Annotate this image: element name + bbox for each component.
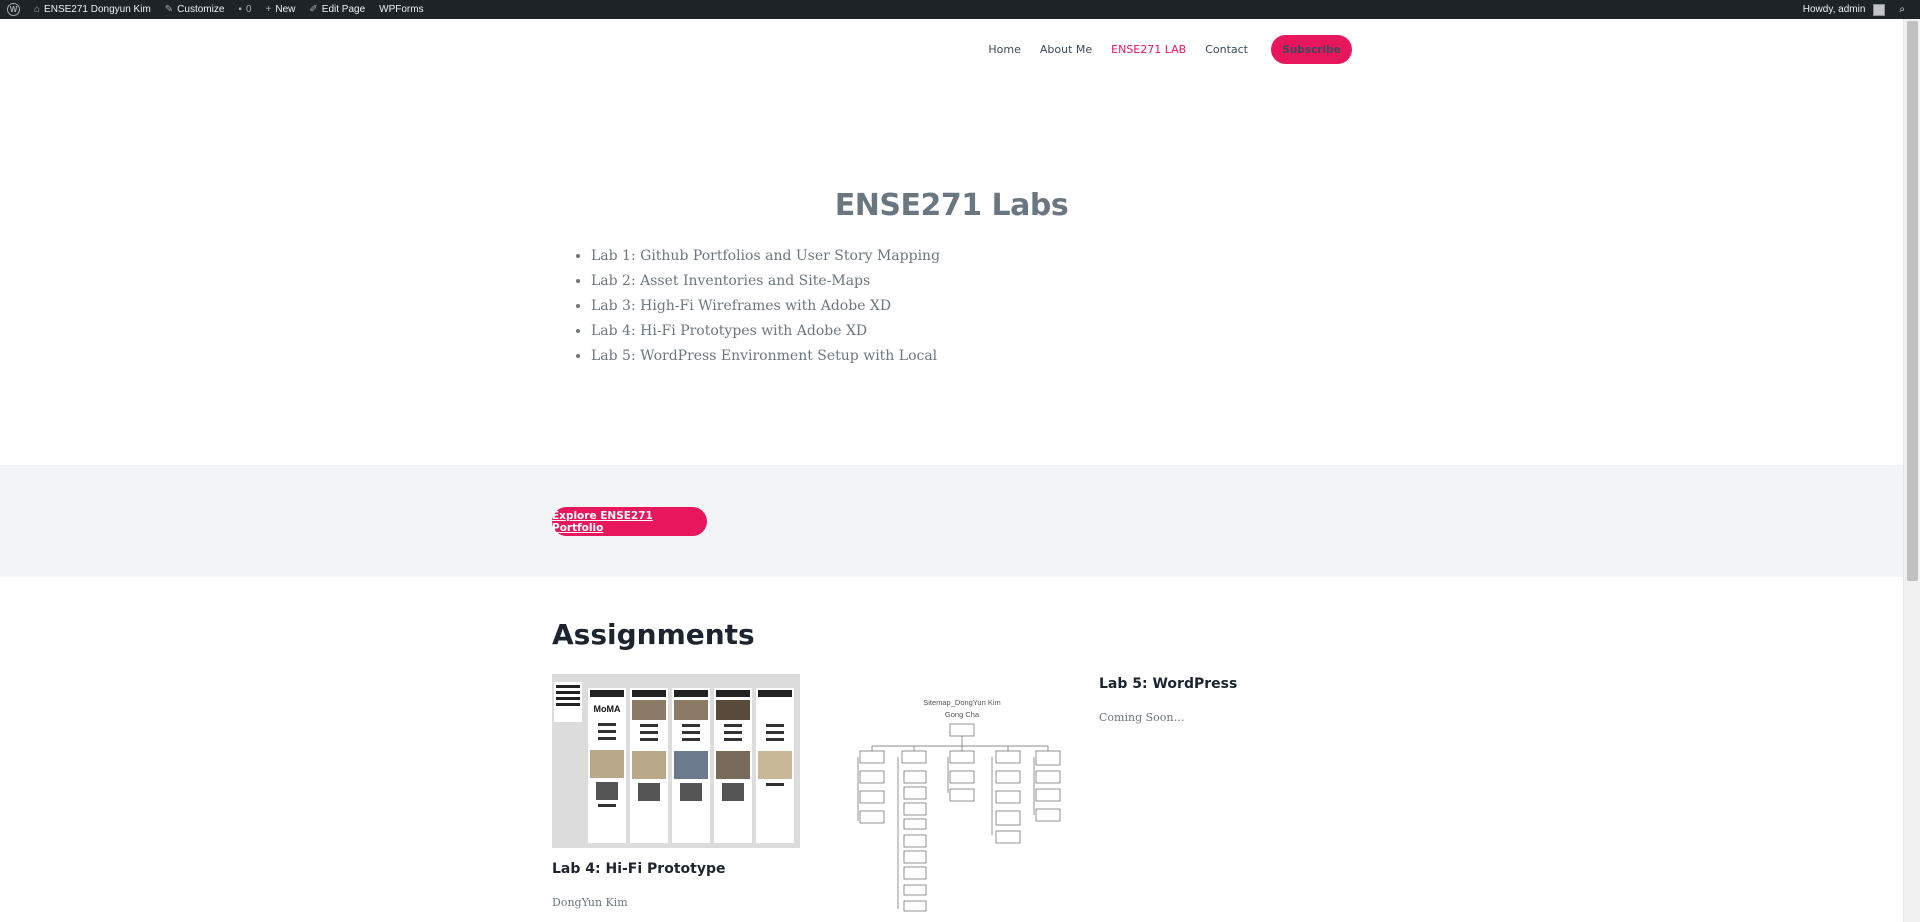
admin-bar: W ⌂ ENSE271 Dongyun Kim ✎ Customize ▪ 0 + Ne… xyxy=(0,0,1920,19)
home-icon: ⌂ xyxy=(34,4,41,15)
sitemap-diagram: Sitemap_DongYun Kim Gong Cha xyxy=(857,698,1061,912)
list-item: Lab 4: Hi-Fi Prototypes with Adobe XD xyxy=(591,321,940,346)
card-title[interactable]: Lab 5: WordPress xyxy=(1099,676,1237,692)
comment-icon: ▪ xyxy=(238,4,242,15)
nav-ense271-lab[interactable]: ENSE271 LAB xyxy=(1111,43,1186,56)
sitemap-subtitle: Gong Cha xyxy=(945,710,980,719)
wpforms-link[interactable]: WPForms xyxy=(372,0,430,19)
list-item: Lab 3: High-Fi Wireframes with Adobe XD xyxy=(591,296,940,321)
card-title[interactable]: Lab 4: Hi-Fi Prototype xyxy=(552,861,725,877)
thumbnail-sidebar xyxy=(554,682,582,722)
thumbnail-screen: MoMA xyxy=(588,688,626,843)
nav-contact[interactable]: Contact xyxy=(1205,43,1248,56)
wordpress-logo-button[interactable]: W xyxy=(0,0,27,19)
sitemap-title: Sitemap_DongYun Kim xyxy=(923,698,1001,707)
list-item: Lab 2: Asset Inventories and Site-Maps xyxy=(591,271,940,296)
thumbnail-screen xyxy=(714,688,752,843)
site-name-link[interactable]: ⌂ ENSE271 Dongyun Kim xyxy=(27,0,158,19)
sitemap-thumbnail[interactable]: Sitemap_DongYun Kim Gong Cha xyxy=(848,693,1062,915)
admin-search-button[interactable]: ⌕ xyxy=(1892,0,1912,19)
pencil-icon: ✐ xyxy=(309,4,318,15)
new-content-link[interactable]: + New xyxy=(259,0,303,19)
scrollbar-thumb[interactable] xyxy=(1907,21,1918,581)
list-item: Lab 1: Github Portfolios and User Story … xyxy=(591,246,940,271)
nav-about-me[interactable]: About Me xyxy=(1040,43,1092,56)
customize-link[interactable]: ✎ Customize xyxy=(158,0,232,19)
search-icon: ⌕ xyxy=(1899,4,1905,15)
explore-portfolio-button[interactable]: Explore ENSE271 Portfolio xyxy=(552,507,707,536)
wordpress-icon: W xyxy=(7,3,20,16)
labs-list: Lab 1: Github Portfolios and User Story … xyxy=(591,246,940,371)
main-navigation: Home About Me ENSE271 LAB Contact Subscr… xyxy=(969,35,1352,64)
list-item: Lab 5: WordPress Environment Setup with … xyxy=(591,346,940,371)
comments-link[interactable]: ▪ 0 xyxy=(231,0,258,19)
card-excerpt: Coming Soon… xyxy=(1099,711,1185,724)
plus-icon: + xyxy=(265,4,272,15)
subscribe-button[interactable]: Subscribe xyxy=(1271,35,1352,64)
avatar xyxy=(1873,3,1886,16)
lab4-prototype-thumbnail[interactable]: MoMA xyxy=(552,674,800,848)
cta-band: Explore ENSE271 Portfolio xyxy=(0,465,1903,577)
assignments-heading: Assignments xyxy=(552,618,755,651)
thumbnail-screen xyxy=(672,688,710,843)
thumbnail-screen xyxy=(630,688,668,843)
edit-page-link[interactable]: ✐ Edit Page xyxy=(302,0,372,19)
page-title: ENSE271 Labs xyxy=(834,188,1069,223)
brush-icon: ✎ xyxy=(164,4,174,15)
thumbnail-screen xyxy=(756,688,794,843)
account-menu[interactable]: Howdy, admin xyxy=(1796,0,1893,19)
card-author: DongYun Kim xyxy=(552,896,628,909)
nav-home[interactable]: Home xyxy=(988,43,1020,56)
page-scrollbar[interactable] xyxy=(1903,19,1920,922)
